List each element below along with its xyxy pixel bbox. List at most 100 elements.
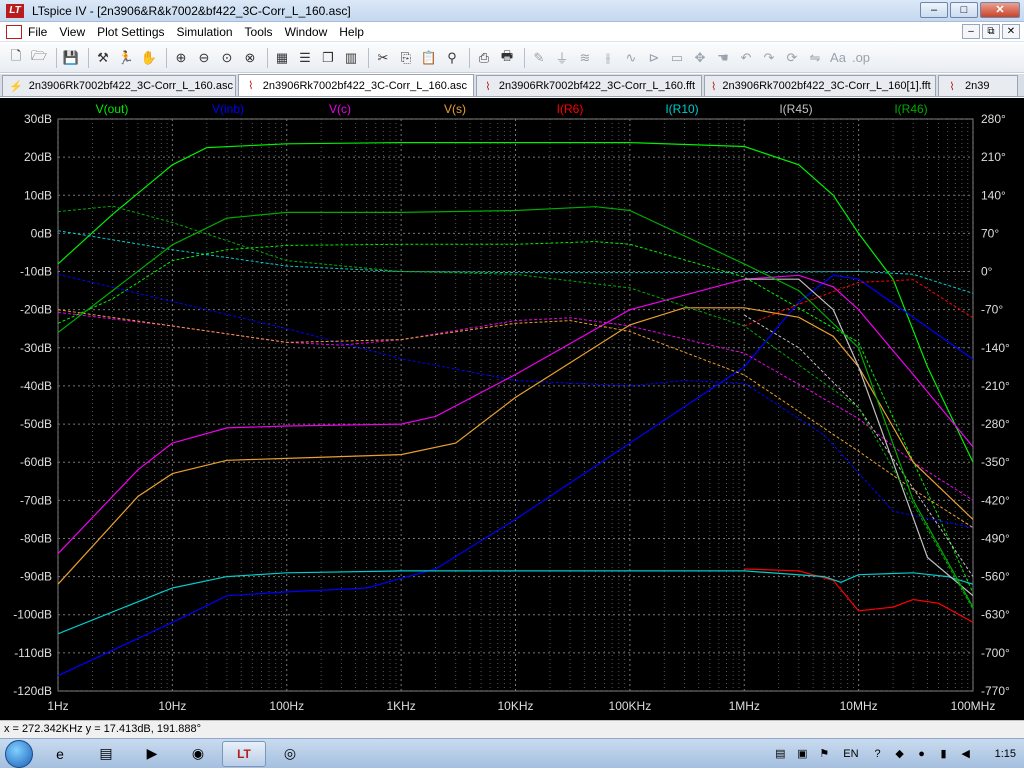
text-icon[interactable]: Aa <box>828 48 848 68</box>
y-left-tick-label: -120dB <box>13 684 52 698</box>
taskbar: e ▤ ▶ ◉ LT ◎ ▤ ▣ ⚑ EN ? ◆ ● ▮ ◀ 1:15 <box>0 738 1024 768</box>
save-icon[interactable]: 💾 <box>61 48 81 68</box>
mdi-minimize-button[interactable]: – <box>962 24 980 39</box>
x-tick-label: 100MHz <box>951 699 996 713</box>
toolbar-separator <box>368 47 369 68</box>
legend-i-r6: I(R6) <box>557 102 584 116</box>
app-icon[interactable]: ◎ <box>268 741 312 767</box>
open-icon[interactable]: 🗋 <box>6 48 26 68</box>
waveform-icon: ⌇ <box>949 80 955 93</box>
tab-document-4[interactable]: ⌇ 2n3906Rk7002bf422_3C-Corr_L_160[1].fft <box>704 75 936 96</box>
zoom-out-icon[interactable]: ⊖ <box>194 48 214 68</box>
system-tray: ▤ ▣ ⚑ EN ? ◆ ● ▮ ◀ 1:15 <box>769 739 1024 769</box>
resistor-icon[interactable]: ≋ <box>575 48 595 68</box>
menu-file[interactable]: File <box>28 25 47 39</box>
redo-icon[interactable]: ↷ <box>759 48 779 68</box>
update-icon[interactable]: ● <box>914 747 930 761</box>
menu-tools[interactable]: Tools <box>245 25 273 39</box>
move-icon[interactable]: ✥ <box>690 48 710 68</box>
rotate-icon[interactable]: ⟳ <box>782 48 802 68</box>
mirror-icon[interactable]: ⇋ <box>805 48 825 68</box>
waveform-icon: ⌇ <box>711 80 717 93</box>
series-i-r46-phase <box>57 205 974 610</box>
cascade-icon[interactable]: ❐ <box>318 48 338 68</box>
paste-icon[interactable]: 📋 <box>419 48 439 68</box>
print-icon[interactable]: 🖶 <box>497 48 517 68</box>
ltspice-icon[interactable]: LT <box>222 740 266 767</box>
waveform-window-icon[interactable] <box>6 24 22 39</box>
zoom-cancel-icon[interactable]: ⊗ <box>240 48 260 68</box>
y-right-tick-label: -700° <box>981 646 1010 660</box>
drag-icon[interactable]: ☚ <box>713 48 733 68</box>
legend-v-c: V(c) <box>329 102 351 116</box>
menu-bar: File View Plot Settings Simulation Tools… <box>0 22 1024 42</box>
menu-simulation[interactable]: Simulation <box>177 25 233 39</box>
folder-tray-icon[interactable]: ▤ <box>772 747 788 761</box>
zoom-fit-icon[interactable]: ⊙ <box>217 48 237 68</box>
tab-document-3[interactable]: ⌇ 2n3906Rk7002bf422_3C-Corr_L_160.fft <box>476 75 702 96</box>
flag-icon[interactable]: ⚑ <box>816 747 832 761</box>
control-panel-icon[interactable]: ⚒ <box>93 48 113 68</box>
y-left-tick-label: -70dB <box>20 493 52 507</box>
start-button[interactable] <box>0 739 38 769</box>
menu-window[interactable]: Window <box>285 25 328 39</box>
diode-icon[interactable]: ⊳ <box>644 48 664 68</box>
menu-view[interactable]: View <box>59 25 85 39</box>
network-device-icon[interactable]: ▣ <box>794 747 810 761</box>
media-player-icon[interactable]: ▶ <box>130 741 174 767</box>
ie-icon[interactable]: e <box>38 741 82 767</box>
clock[interactable]: 1:15 <box>995 748 1016 760</box>
zoom-in-icon[interactable]: ⊕ <box>171 48 191 68</box>
y-left-tick-label: -30dB <box>20 341 52 355</box>
help-tray-icon[interactable]: ? <box>870 747 886 761</box>
mdi-restore-button[interactable]: ⧉ <box>982 24 1000 39</box>
tab-label: 2n39 <box>965 80 990 92</box>
menu-plot-settings[interactable]: Plot Settings <box>97 25 164 39</box>
y-left-tick-label: 10dB <box>24 188 52 202</box>
legend-v-inb: V(inb) <box>212 102 244 116</box>
firefox-icon[interactable]: ◉ <box>176 741 220 767</box>
tab-document-1[interactable]: ⚡ 2n3906Rk7002bf422_3C-Corr_L_160.asc <box>2 75 236 96</box>
component-icon[interactable]: ▭ <box>667 48 687 68</box>
signal-icon[interactable]: ▮ <box>936 747 952 761</box>
ltspice-logo-icon: LT <box>6 3 24 18</box>
autorange-icon[interactable]: ▦ <box>272 48 292 68</box>
legend-v-out: V(out) <box>96 102 129 116</box>
y-right-tick-label: 140° <box>981 188 1006 202</box>
shield-icon[interactable]: ◆ <box>892 747 908 761</box>
capacitor-icon[interactable]: ⫲ <box>598 48 618 68</box>
close-button[interactable]: ✕ <box>980 2 1020 18</box>
open-folder-icon[interactable]: 🗁 <box>29 48 49 68</box>
y-right-tick-label: -210° <box>981 379 1010 393</box>
ground-icon[interactable]: ⏚ <box>552 48 572 68</box>
tile-horizontal-icon[interactable]: ☰ <box>295 48 315 68</box>
draw-wire-icon[interactable]: ✎ <box>529 48 549 68</box>
waveform-icon: ⌇ <box>485 80 491 93</box>
y-left-tick-label: -80dB <box>20 531 52 545</box>
find-icon[interactable]: ⚲ <box>442 48 462 68</box>
cut-icon[interactable]: ✂ <box>373 48 393 68</box>
waveform-plot[interactable]: 30dB 20dB 10dB 0dB -10dB -20dB -30dB -40dB -50dB… <box>0 98 1024 720</box>
halt-icon[interactable]: ✋ <box>139 48 159 68</box>
minimize-button[interactable]: – <box>920 2 948 18</box>
copy-icon[interactable]: ⎘ <box>396 48 416 68</box>
menu-help[interactable]: Help <box>339 25 364 39</box>
language-indicator[interactable]: EN <box>843 748 858 760</box>
tile-vertical-icon[interactable]: ▥ <box>341 48 361 68</box>
x-tick-label: 1Hz <box>47 699 68 713</box>
maximize-button[interactable]: □ <box>950 2 978 18</box>
inductor-icon[interactable]: ∿ <box>621 48 641 68</box>
title-bar: LT LTspice IV - [2n3906&R&k7002&bf422_3C… <box>0 0 1024 22</box>
volume-icon[interactable]: ◀ <box>958 747 974 761</box>
x-tick-label: 100Hz <box>269 699 304 713</box>
print-setup-icon[interactable]: ⎙ <box>474 48 494 68</box>
undo-icon[interactable]: ↶ <box>736 48 756 68</box>
tab-label: 2n3906Rk7002bf422_3C-Corr_L_160.asc <box>28 80 233 92</box>
tab-document-5[interactable]: ⌇ 2n39 <box>938 75 1018 96</box>
tab-document-2[interactable]: ⌇ 2n3906Rk7002bf422_3C-Corr_L_160.asc <box>238 74 474 96</box>
mdi-close-button[interactable]: ✕ <box>1002 24 1020 39</box>
y-left-tick-label: 0dB <box>31 226 52 240</box>
spice-directive-icon[interactable]: .op <box>851 48 871 68</box>
explorer-icon[interactable]: ▤ <box>84 741 128 767</box>
run-icon[interactable]: 🏃 <box>116 48 136 68</box>
